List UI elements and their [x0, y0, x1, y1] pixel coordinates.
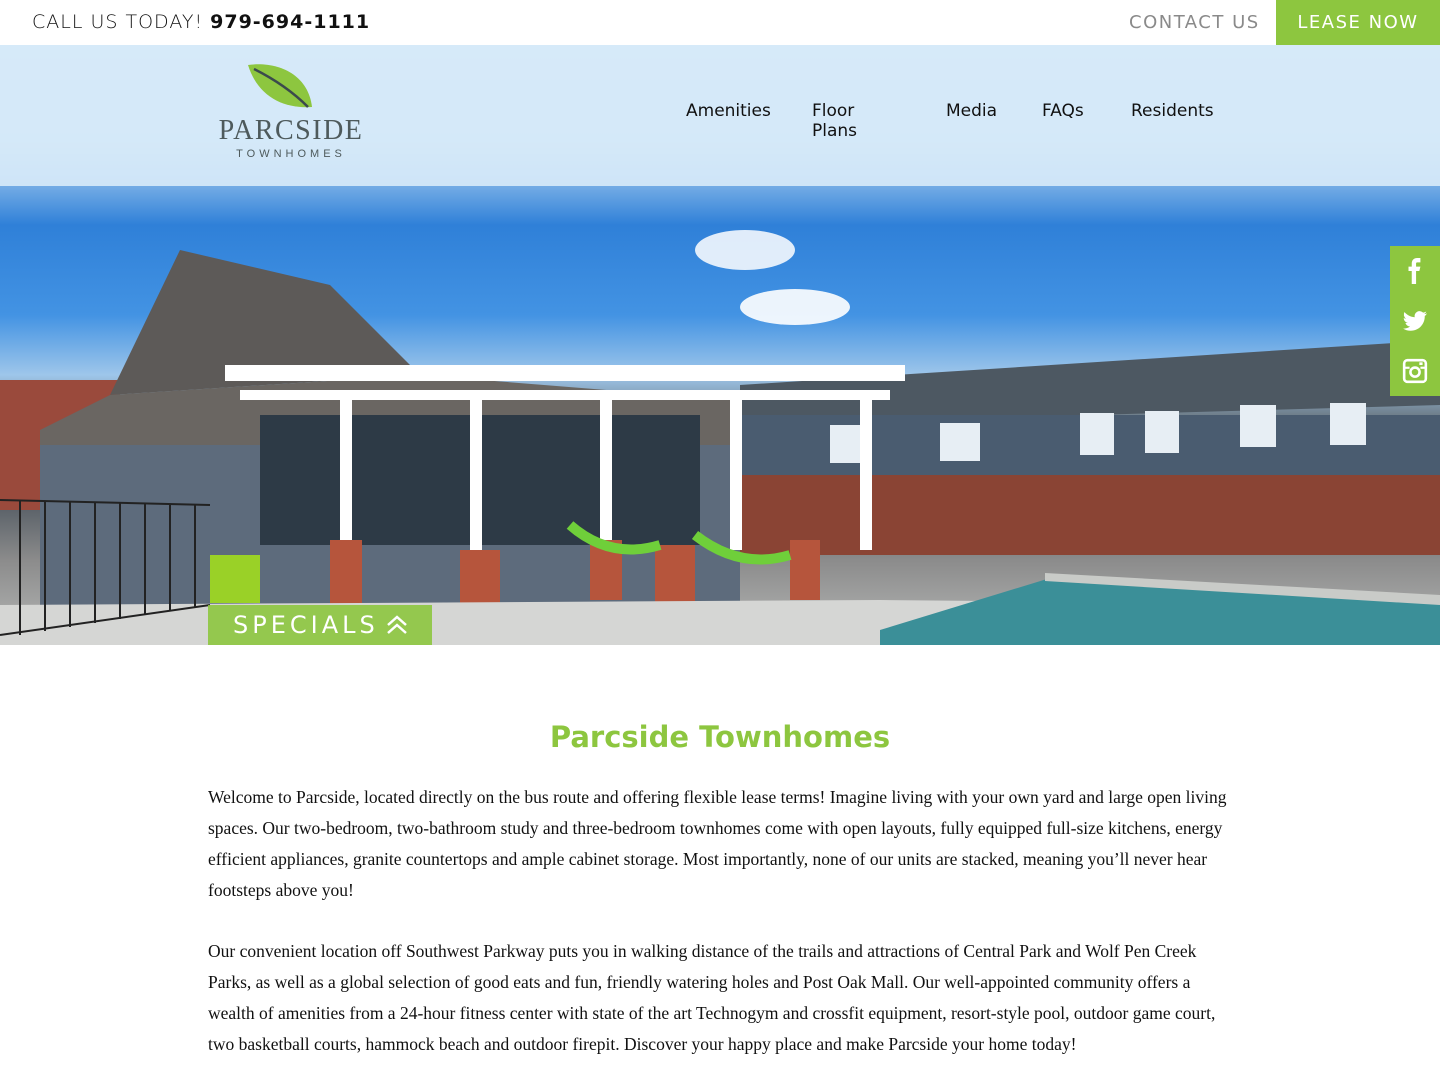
- contact-us-link[interactable]: CONTACT US: [1129, 12, 1260, 33]
- lease-now-button[interactable]: LEASE NOW: [1276, 0, 1440, 46]
- specials-label: SPECIALS: [233, 611, 379, 639]
- page-title: Parcside Townhomes: [549, 720, 891, 754]
- call-us-text: CALL US TODAY! 979-694-1111: [32, 11, 370, 33]
- chevron-up-icon: [387, 615, 407, 634]
- specials-tab[interactable]: SPECIALS: [208, 605, 432, 645]
- instagram-icon[interactable]: [1390, 346, 1440, 396]
- facebook-icon[interactable]: [1390, 246, 1440, 296]
- nav-media[interactable]: Media: [946, 101, 997, 121]
- logo-name: PARCSIDE: [218, 115, 364, 146]
- social-sidebar: [1390, 246, 1440, 396]
- call-label: CALL US TODAY!: [32, 11, 204, 33]
- parcside-logo[interactable]: PARCSIDE TOWNHOMES: [216, 63, 366, 163]
- leaf-logo-icon: [248, 64, 312, 108]
- nav-faqs[interactable]: FAQs: [1042, 101, 1084, 121]
- nav-residents[interactable]: Residents: [1131, 101, 1214, 121]
- location-paragraph: Our convenient location off Southwest Pa…: [208, 941, 1216, 1054]
- twitter-icon[interactable]: [1390, 296, 1440, 346]
- top-utility-bar: CALL US TODAY! 979-694-1111 CONTACT US L…: [0, 0, 1440, 46]
- nav-amenities[interactable]: Amenities: [686, 101, 771, 121]
- nav-floor-plans[interactable]: Floor Plans: [812, 101, 857, 141]
- phone-number-link[interactable]: 979-694-1111: [210, 11, 370, 33]
- site-header: PARCSIDE TOWNHOMES Amenities Floor Plans…: [0, 45, 1440, 186]
- intro-paragraph: Welcome to Parcside, located directly on…: [208, 787, 1227, 900]
- logo-subtitle: TOWNHOMES: [236, 148, 346, 160]
